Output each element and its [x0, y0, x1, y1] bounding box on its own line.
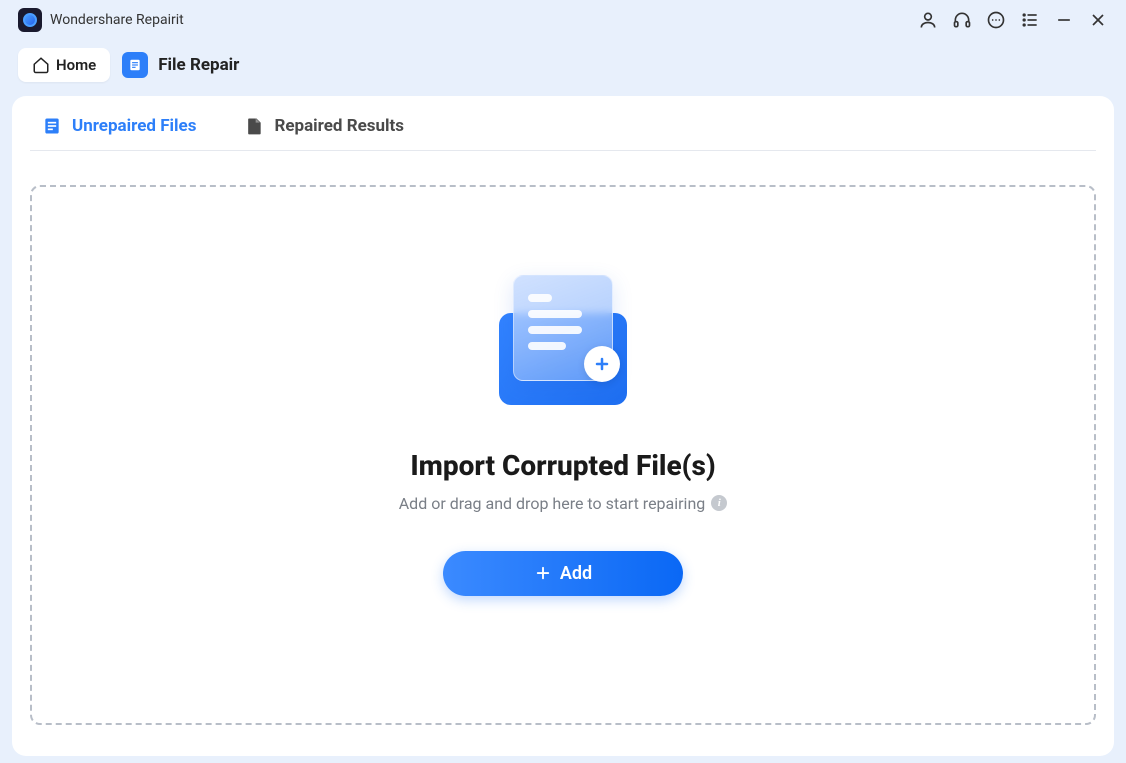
tab-unrepaired-files[interactable]: Unrepaired Files: [42, 116, 196, 136]
section-breadcrumb: File Repair: [122, 52, 239, 78]
titlebar-right: [918, 10, 1108, 30]
tab-label: Repaired Results: [274, 116, 404, 136]
close-icon[interactable]: [1088, 10, 1108, 30]
chat-icon[interactable]: [986, 10, 1006, 30]
section-label: File Repair: [158, 55, 239, 75]
toolbar: Home File Repair: [0, 40, 1126, 96]
tab-label: Unrepaired Files: [72, 116, 196, 136]
minimize-icon[interactable]: [1054, 10, 1074, 30]
dropzone-title: Import Corrupted File(s): [410, 449, 715, 482]
main-card: Unrepaired Files Repaired Results: [12, 96, 1114, 756]
home-label: Home: [56, 56, 96, 74]
user-icon[interactable]: [918, 10, 938, 30]
menu-list-icon[interactable]: [1020, 10, 1040, 30]
file-repair-icon: [122, 52, 148, 78]
home-button[interactable]: Home: [18, 48, 110, 82]
dropzone-subtitle-text: Add or drag and drop here to start repai…: [399, 494, 706, 513]
home-icon: [32, 56, 50, 74]
file-add-illustration-icon: [493, 275, 633, 405]
headset-icon[interactable]: [952, 10, 972, 30]
tabs: Unrepaired Files Repaired Results: [30, 116, 1096, 151]
dropzone[interactable]: Import Corrupted File(s) Add or drag and…: [30, 185, 1096, 725]
info-icon[interactable]: i: [711, 495, 727, 511]
app-logo-icon: [18, 8, 42, 32]
document-check-icon: [244, 116, 264, 136]
app-title: Wondershare Repairit: [50, 12, 184, 28]
plus-icon: [534, 564, 552, 582]
document-icon: [42, 116, 62, 136]
titlebar-left: Wondershare Repairit: [18, 8, 184, 32]
dropzone-subtitle: Add or drag and drop here to start repai…: [399, 494, 728, 513]
add-button-label: Add: [560, 563, 592, 584]
tab-repaired-results[interactable]: Repaired Results: [244, 116, 404, 136]
add-button[interactable]: Add: [443, 551, 683, 596]
titlebar: Wondershare Repairit: [0, 0, 1126, 40]
